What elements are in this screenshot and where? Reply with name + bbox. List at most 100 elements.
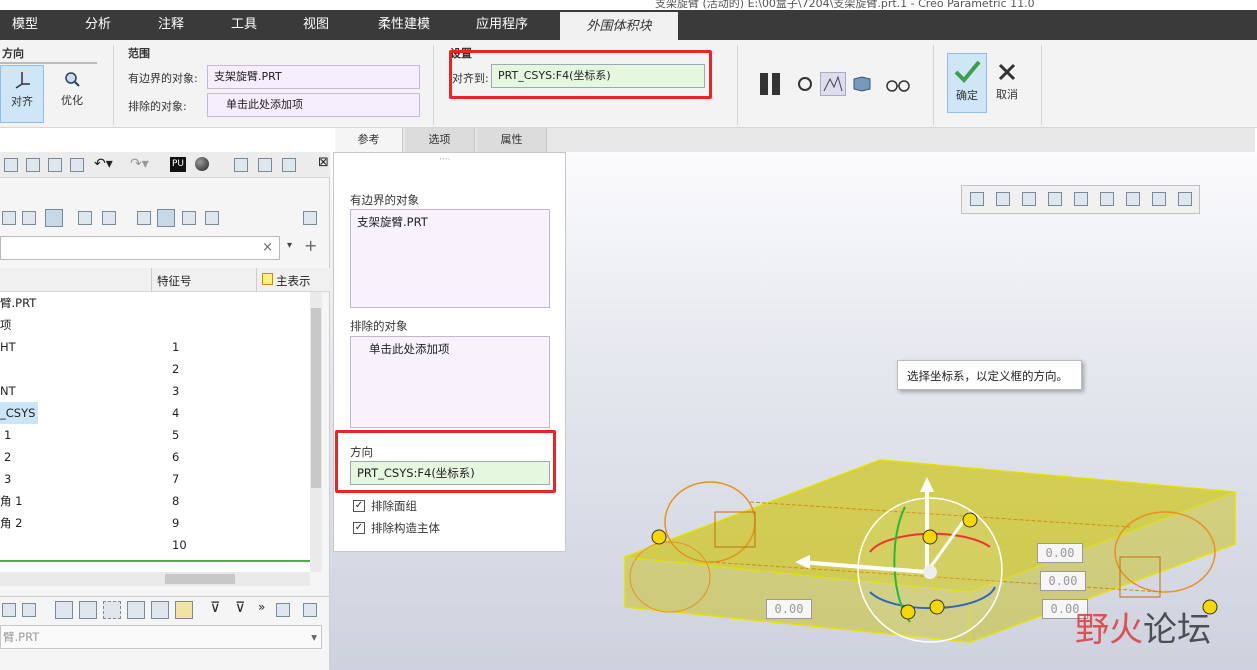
- col-main-rep[interactable]: 主表示: [276, 273, 311, 289]
- details-icon[interactable]: [157, 209, 175, 227]
- filter-icon[interactable]: [175, 601, 193, 619]
- grip-handle[interactable]: ····: [439, 155, 450, 165]
- feature-id: 4: [172, 406, 180, 420]
- ok-button[interactable]: 确定: [947, 53, 987, 113]
- layers-icon[interactable]: [2, 603, 16, 617]
- zoom-fit-icon[interactable]: [970, 192, 984, 206]
- tree-icon[interactable]: [22, 211, 36, 225]
- tree-row[interactable]: 2: [4, 446, 11, 468]
- dimension-value[interactable]: 0.00: [1040, 571, 1086, 591]
- bounded-objects-field[interactable]: 支架旋臂.PRT: [207, 65, 420, 89]
- open-icon[interactable]: [48, 158, 62, 172]
- tab-options[interactable]: 选项: [405, 128, 475, 152]
- filter-icon[interactable]: [103, 601, 121, 619]
- list-icon[interactable]: [276, 603, 290, 617]
- tree-row[interactable]: NT: [0, 380, 16, 402]
- plane-display-icon[interactable]: [1152, 192, 1166, 206]
- regenerate-icon[interactable]: [234, 158, 248, 172]
- tree-row[interactable]: 3: [4, 468, 11, 490]
- tree-row[interactable]: 臂.PRT: [0, 292, 36, 314]
- filter-icon[interactable]: [79, 601, 97, 619]
- hierarchy-icon[interactable]: [182, 211, 196, 225]
- more-icon[interactable]: »: [258, 600, 265, 614]
- menu-flexible-modeling[interactable]: 柔性建模: [364, 10, 444, 40]
- add-icon[interactable]: +: [304, 236, 317, 255]
- datum-display-icon[interactable]: [1100, 192, 1114, 206]
- settings-tree-icon[interactable]: [205, 211, 219, 225]
- model-select-field[interactable]: 臂.PRT ▾: [0, 625, 322, 649]
- align-button[interactable]: 对齐: [0, 65, 44, 123]
- window-title-bar: 支架旋臂 (活动的) E:\00盒子\7204\支架旋臂.prt.1 - Cre…: [0, 0, 1257, 10]
- print-icon[interactable]: [258, 158, 272, 172]
- menu-bounding-volume[interactable]: 外围体积块: [560, 10, 678, 40]
- funnel-clear-icon[interactable]: ⊽: [235, 600, 245, 616]
- tree-filter-icon[interactable]: [78, 211, 92, 225]
- exclude-construction-checkbox[interactable]: ✓: [353, 522, 365, 534]
- save-icon[interactable]: [26, 158, 40, 172]
- layers-icon[interactable]: [2, 211, 16, 225]
- funnel-icon[interactable]: ⊽: [210, 600, 220, 616]
- tree-row-selected[interactable]: _CSYS: [0, 402, 39, 424]
- menu-view[interactable]: 视图: [290, 10, 342, 40]
- exclude-quilts-checkbox[interactable]: ✓: [353, 500, 365, 512]
- folder-icon[interactable]: [70, 158, 84, 172]
- close-window-icon[interactable]: ⊠: [318, 155, 329, 170]
- model-tree-icon[interactable]: [45, 209, 63, 227]
- saved-views-icon[interactable]: [1048, 192, 1062, 206]
- tree-row[interactable]: 项: [0, 314, 12, 336]
- verify-icon[interactable]: [852, 75, 872, 93]
- no-preview-icon[interactable]: [798, 77, 812, 91]
- tree-row[interactable]: HT: [0, 336, 16, 358]
- tree-row[interactable]: 角 2: [0, 512, 22, 534]
- dimension-value[interactable]: 0.00: [1037, 543, 1083, 563]
- insert-indicator[interactable]: [0, 560, 310, 562]
- pu-icon[interactable]: PU: [170, 157, 186, 172]
- excluded-objects-field[interactable]: 单击此处添加项: [207, 93, 420, 117]
- tree-search-input[interactable]: ×: [0, 236, 280, 260]
- menu-tools[interactable]: 工具: [218, 10, 270, 40]
- orientation-icon[interactable]: [1022, 192, 1036, 206]
- document-icon[interactable]: [303, 603, 317, 617]
- separator: [737, 45, 738, 125]
- cancel-button[interactable]: 取消: [990, 57, 1024, 113]
- filter-icon[interactable]: [127, 601, 145, 619]
- clear-search-icon[interactable]: ×: [262, 240, 273, 255]
- excluded-object-placeholder[interactable]: 单击此处添加项: [369, 342, 450, 356]
- tree-columns-icon[interactable]: [102, 211, 116, 225]
- tab-properties[interactable]: 属性: [477, 128, 547, 152]
- redo-icon[interactable]: ↷▾: [130, 156, 149, 172]
- tree-icon[interactable]: [22, 603, 36, 617]
- menu-analysis[interactable]: 分析: [72, 10, 124, 40]
- col-feature-id[interactable]: 特征号: [157, 273, 192, 289]
- search-dropdown-icon[interactable]: ▾: [287, 240, 292, 251]
- appearance-icon[interactable]: [195, 157, 209, 171]
- undo-icon[interactable]: ↶▾: [94, 156, 113, 172]
- csys-display-icon[interactable]: [1178, 192, 1192, 206]
- axis-display-icon[interactable]: [1126, 192, 1140, 206]
- tree-vertical-scrollbar[interactable]: [310, 292, 322, 572]
- tree-row[interactable]: 1: [4, 424, 11, 446]
- new-icon[interactable]: [4, 158, 18, 172]
- bounded-object-item[interactable]: 支架旋臂.PRT: [357, 215, 428, 229]
- glasses-icon[interactable]: [884, 76, 912, 94]
- tab-references[interactable]: 参考: [335, 128, 403, 152]
- menu-applications[interactable]: 应用程序: [466, 10, 538, 40]
- checkmark-icon: [954, 60, 981, 83]
- zoom-in-icon[interactable]: [996, 192, 1010, 206]
- tree-row[interactable]: 角 1: [0, 490, 22, 512]
- menu-annotate[interactable]: 注释: [145, 10, 197, 40]
- pause-icon[interactable]: [760, 73, 784, 95]
- filter-icon[interactable]: [55, 601, 73, 619]
- tree-horizontal-scrollbar[interactable]: [0, 572, 310, 586]
- list-icon[interactable]: [137, 211, 151, 225]
- optimize-button[interactable]: 优化: [50, 67, 94, 117]
- menu-model[interactable]: 模型: [0, 10, 50, 40]
- dimension-value[interactable]: 0.00: [766, 599, 812, 619]
- document-icon[interactable]: [303, 211, 317, 225]
- display-style-icon[interactable]: [1074, 192, 1088, 206]
- preview-icon[interactable]: [820, 72, 846, 96]
- window-icon[interactable]: [282, 158, 296, 172]
- bounded-objects-list[interactable]: 支架旋臂.PRT: [350, 209, 550, 308]
- filter-icon[interactable]: [151, 601, 169, 619]
- excluded-objects-list[interactable]: 单击此处添加项: [350, 336, 550, 428]
